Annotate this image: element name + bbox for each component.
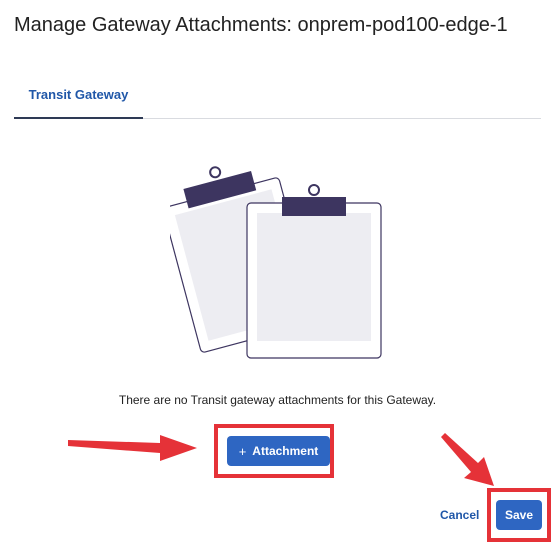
plus-icon: + [238,443,247,459]
tab-transit-gateway[interactable]: Transit Gateway [14,72,143,117]
add-attachment-label: Attachment [252,444,319,458]
clipboards-illustration [170,166,382,359]
add-attachment-button[interactable]: + Attachment [227,436,330,466]
annotation-arrow-right-icon [68,435,197,461]
dialog-title: Manage Gateway Attachments: onprem-pod10… [14,14,508,36]
save-button[interactable]: Save [496,500,542,530]
tab-bar: Transit Gateway [14,72,541,119]
active-tab-indicator [14,117,143,119]
cancel-button[interactable]: Cancel [440,508,479,522]
annotation-arrow-down-icon [441,433,494,486]
empty-state-message: There are no Transit gateway attachments… [118,393,437,407]
